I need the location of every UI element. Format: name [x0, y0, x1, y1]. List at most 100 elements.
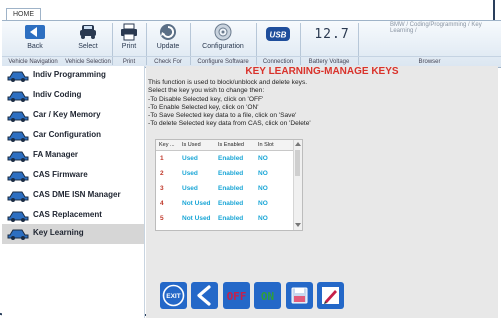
car-icon	[7, 111, 29, 122]
off-icon: OFF	[227, 290, 247, 303]
instructions-text: This function is used to block/unblock a…	[148, 79, 311, 128]
cell-enabled: Enabled	[218, 170, 244, 177]
sidebar-item-label: CAS DME ISN Manager	[33, 190, 121, 199]
sidebar-item-label: CAS Replacement	[33, 210, 102, 219]
table-row[interactable]: 4 Not Used Enabled NO	[156, 196, 293, 210]
cell-slot: NO	[258, 170, 268, 177]
print-button[interactable]: Print	[114, 23, 144, 54]
sidebar-item-cas-replacement[interactable]: CAS Replacement	[2, 206, 144, 225]
app-window: HOME Back Select Print Update Configurat…	[0, 0, 503, 318]
save-button[interactable]	[286, 282, 313, 309]
car-icon	[80, 25, 96, 39]
car-icon	[7, 229, 29, 240]
select-button[interactable]: Select	[66, 23, 110, 54]
sidebar: Indiv Programming Indiv Coding Car / Key…	[2, 66, 145, 318]
update-button[interactable]: Update	[148, 23, 188, 54]
cell-key: 5	[160, 215, 164, 222]
exit-icon: EXIT	[162, 284, 185, 307]
scroll-down-icon[interactable]	[295, 223, 301, 227]
cell-enabled: Enabled	[218, 215, 244, 222]
page-title: KEY LEARNING-MANAGE KEYS	[245, 66, 399, 77]
cell-used: Used	[182, 170, 198, 177]
cell-slot: NO	[258, 155, 268, 162]
sidebar-item-key-learning[interactable]: Key Learning	[2, 224, 144, 244]
sidebar-item-label: Car / Key Memory	[33, 110, 101, 119]
scroll-thumb[interactable]	[295, 150, 300, 176]
cell-key: 4	[160, 200, 164, 207]
sidebar-item-indiv-programming[interactable]: Indiv Programming	[2, 66, 144, 85]
usb-icon: USB	[266, 27, 290, 41]
table-row[interactable]: 1 Used Enabled NO	[156, 151, 293, 165]
back-button[interactable]: Back	[6, 23, 64, 54]
sidebar-item-label: Key Learning	[33, 228, 84, 237]
cell-key: 2	[160, 170, 164, 177]
voltage-readout: 12.7	[314, 27, 350, 42]
cell-enabled: Enabled	[218, 200, 244, 207]
column-header-key[interactable]: Key ...	[159, 142, 175, 148]
off-button[interactable]: OFF	[223, 282, 250, 309]
sidebar-item-label: CAS Firmware	[33, 170, 88, 179]
connection-status: USB	[258, 23, 298, 54]
back-button[interactable]	[191, 282, 218, 309]
cell-slot: NO	[258, 215, 268, 222]
table-row[interactable]: 5 Not Used Enabled NO	[156, 211, 293, 225]
off-label: OFF	[227, 290, 247, 303]
select-label: Select	[78, 43, 98, 50]
cell-slot: NO	[258, 185, 268, 192]
car-icon	[7, 91, 29, 102]
chevron-left-icon	[197, 285, 211, 306]
cell-used: Used	[182, 155, 198, 162]
pencil-check-icon	[322, 287, 339, 304]
ribbon-toolbar: Back Select Print Update Configuration U…	[2, 20, 501, 75]
back-arrow-icon	[25, 25, 45, 39]
sidebar-item-indiv-coding[interactable]: Indiv Coding	[2, 86, 144, 105]
sidebar-item-car-configuration[interactable]: Car Configuration	[2, 126, 144, 145]
delete-button[interactable]	[317, 282, 344, 309]
battery-voltage: 12.7	[308, 23, 356, 54]
exit-button[interactable]: EXIT	[160, 282, 187, 309]
sidebar-item-label: Indiv Programming	[33, 70, 106, 79]
update-icon	[160, 24, 176, 40]
browser-path: BMW / Coding/Programming / Key Learning …	[390, 22, 482, 34]
table-scrollbar[interactable]	[293, 140, 302, 230]
sidebar-item-cas-dme-isn-manager[interactable]: CAS DME ISN Manager	[2, 186, 144, 205]
exit-label: EXIT	[166, 293, 180, 300]
car-icon	[7, 151, 29, 162]
on-icon: ON	[261, 290, 274, 303]
cell-slot: NO	[258, 200, 268, 207]
table-row[interactable]: 2 Used Enabled NO	[156, 166, 293, 180]
scroll-up-icon[interactable]	[295, 142, 301, 146]
keys-table: Key ... Is Used Is Enabled In Slot 1 Use…	[155, 139, 303, 231]
cell-enabled: Enabled	[218, 155, 244, 162]
configuration-button[interactable]: Configuration	[192, 23, 254, 54]
printer-icon	[121, 23, 137, 41]
sidebar-item-label: Car Configuration	[33, 130, 101, 139]
column-header-is-enabled[interactable]: Is Enabled	[218, 142, 244, 148]
on-button[interactable]: ON	[254, 282, 281, 309]
sidebar-item-car-key-memory[interactable]: Car / Key Memory	[2, 106, 144, 125]
main-panel: KEY LEARNING-MANAGE KEYS This function i…	[146, 66, 498, 318]
car-icon	[7, 171, 29, 182]
cell-enabled: Enabled	[218, 185, 244, 192]
usb-text: USB	[270, 31, 287, 40]
gear-disc-icon	[214, 23, 232, 41]
print-label: Print	[121, 43, 137, 50]
cell-key: 1	[160, 155, 164, 162]
on-label: ON	[261, 290, 274, 303]
column-header-is-used[interactable]: Is Used	[182, 142, 201, 148]
cell-used: Used	[182, 185, 198, 192]
table-row[interactable]: 3 Used Enabled NO	[156, 181, 293, 195]
sidebar-item-label: FA Manager	[33, 150, 79, 159]
floppy-disk-icon	[291, 287, 308, 304]
back-label: Back	[27, 43, 43, 50]
sidebar-item-fa-manager[interactable]: FA Manager	[2, 146, 144, 165]
cell-used: Not Used	[182, 215, 211, 222]
configuration-label: Configuration	[202, 43, 244, 50]
update-label: Update	[156, 43, 180, 50]
sidebar-item-cas-firmware[interactable]: CAS Firmware	[2, 166, 144, 185]
car-icon	[7, 211, 29, 222]
car-icon	[7, 71, 29, 82]
table-header: Key ... Is Used Is Enabled In Slot	[156, 140, 293, 151]
column-header-in-slot[interactable]: In Slot	[258, 142, 274, 148]
sidebar-item-label: Indiv Coding	[33, 90, 82, 99]
